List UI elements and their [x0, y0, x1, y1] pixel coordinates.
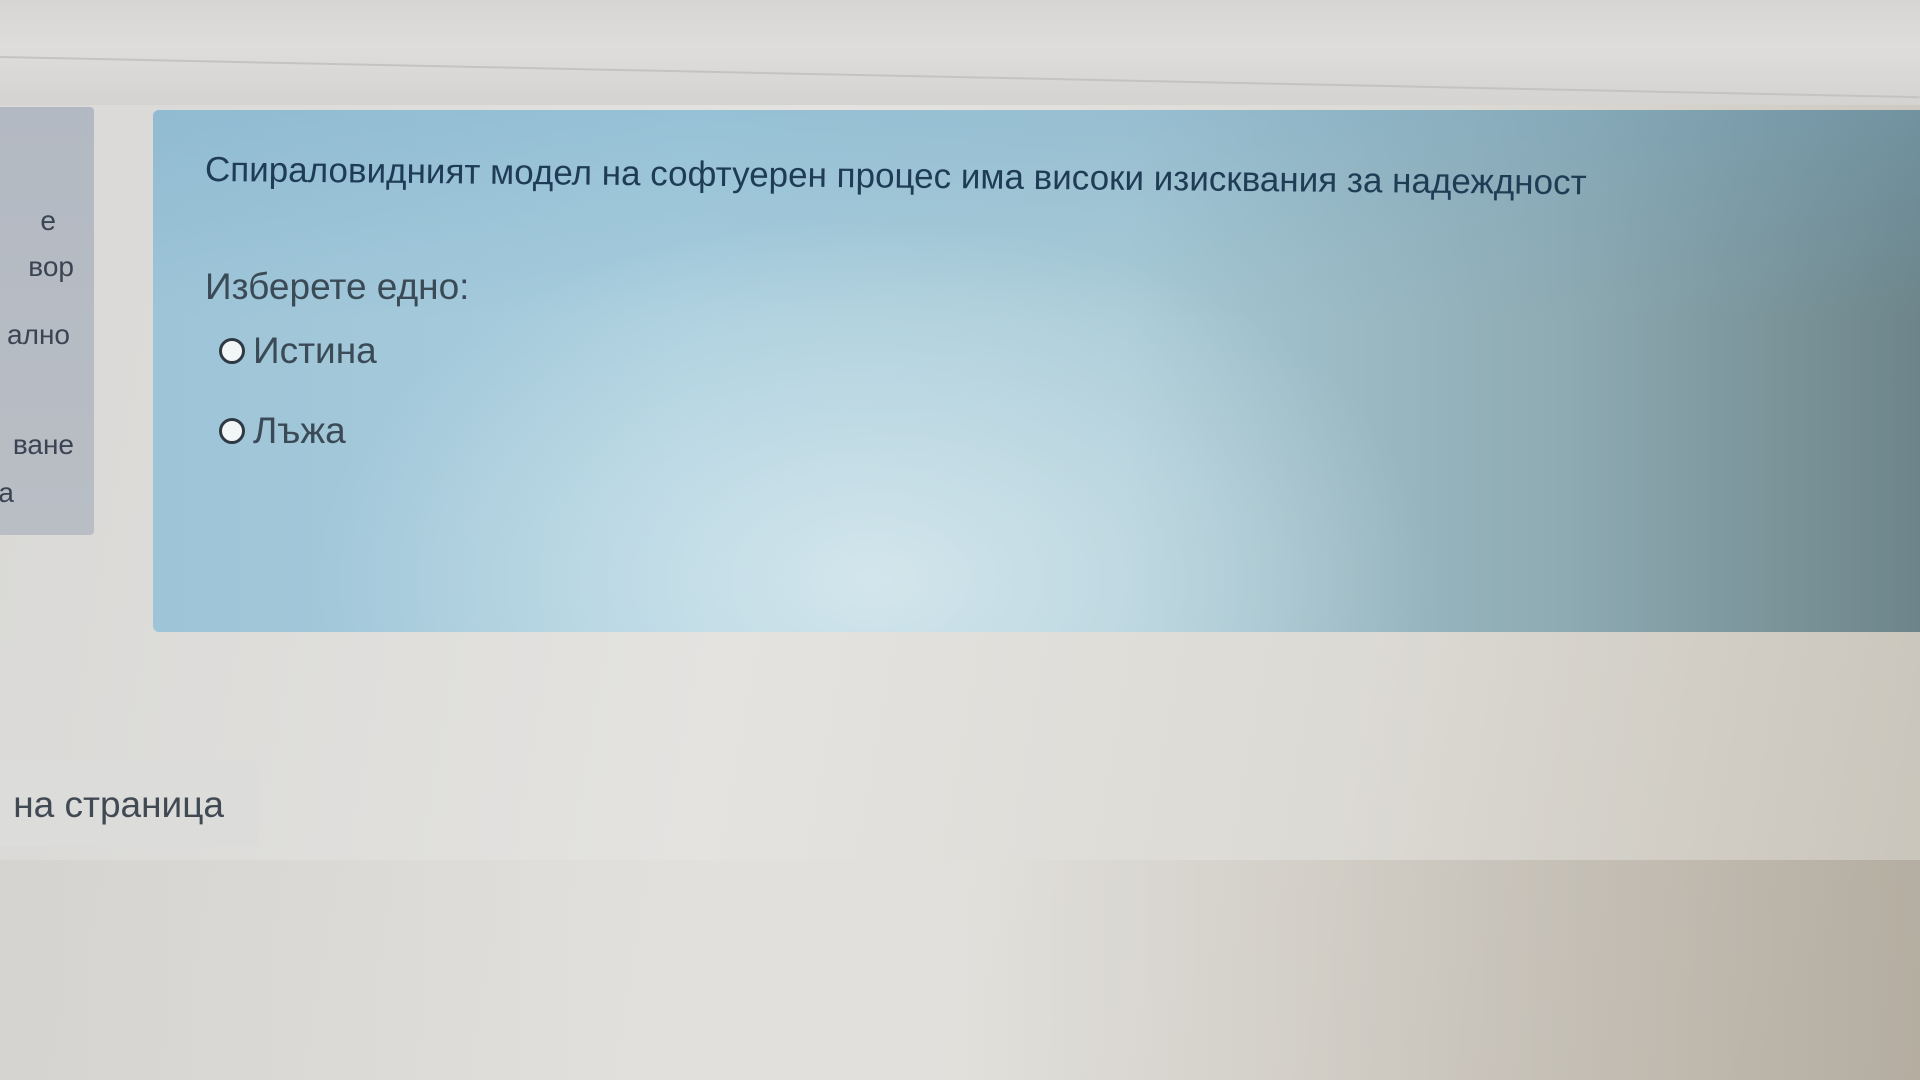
info-text-fragment: а [0, 477, 14, 508]
next-page-button[interactable]: на страница [0, 760, 258, 846]
answer-option-label[interactable]: Истина [253, 330, 377, 372]
next-page-label[interactable]: на страница [13, 784, 224, 826]
flag-question-link[interactable]: ване [13, 429, 74, 461]
background-shade [0, 860, 1920, 1080]
info-text-fragment: е [40, 205, 56, 236]
radio-button[interactable] [219, 338, 245, 364]
info-text-fragment: вор [28, 251, 74, 282]
answer-prompt: Изберете едно: [205, 266, 470, 307]
answer-option-false[interactable]: Лъжа [219, 410, 346, 452]
radio-button[interactable] [219, 418, 245, 444]
info-text-fragment: ално [7, 319, 70, 350]
answer-option-true[interactable]: Истина [219, 330, 377, 372]
question-card: Спираловидният модел на софтуерен процес… [153, 110, 1920, 632]
answer-option-label[interactable]: Лъжа [253, 410, 346, 452]
question-info-panel: е вор ално ване а [0, 107, 94, 535]
